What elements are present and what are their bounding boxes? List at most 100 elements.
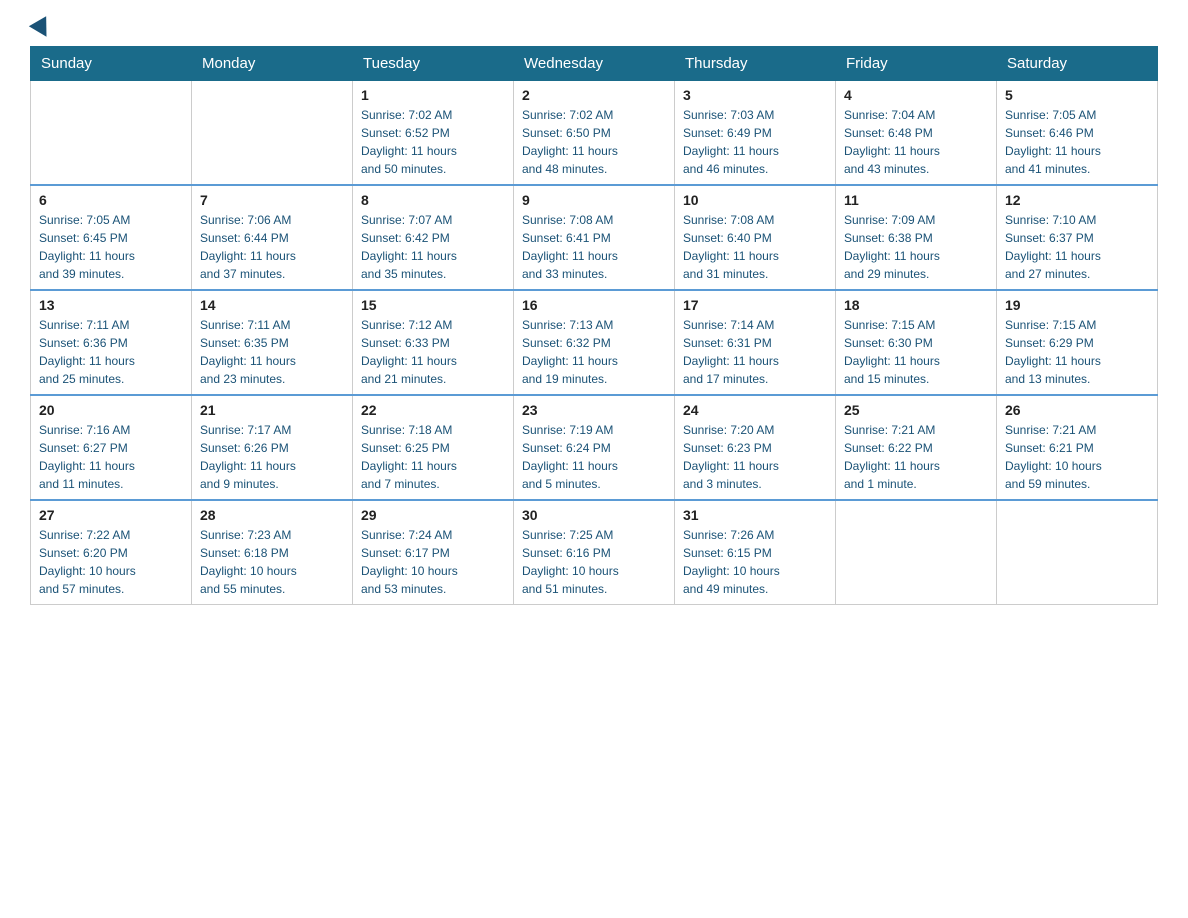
day-info: Sunrise: 7:22 AMSunset: 6:20 PMDaylight:… <box>39 526 183 598</box>
calendar-cell: 21 Sunrise: 7:17 AMSunset: 6:26 PMDayligh… <box>192 395 353 500</box>
day-info: Sunrise: 7:03 AMSunset: 6:49 PMDaylight:… <box>683 106 827 178</box>
calendar-cell: 14 Sunrise: 7:11 AMSunset: 6:35 PMDayligh… <box>192 290 353 395</box>
weekday-header-row: SundayMondayTuesdayWednesdayThursdayFrid… <box>31 47 1158 81</box>
day-info: Sunrise: 7:05 AMSunset: 6:45 PMDaylight:… <box>39 211 183 283</box>
day-info: Sunrise: 7:08 AMSunset: 6:40 PMDaylight:… <box>683 211 827 283</box>
calendar-cell <box>836 500 997 605</box>
calendar-week-row-5: 27 Sunrise: 7:22 AMSunset: 6:20 PMDayligh… <box>31 500 1158 605</box>
calendar-cell: 24 Sunrise: 7:20 AMSunset: 6:23 PMDayligh… <box>675 395 836 500</box>
day-number: 24 <box>683 402 827 418</box>
day-number: 10 <box>683 192 827 208</box>
calendar-cell: 28 Sunrise: 7:23 AMSunset: 6:18 PMDayligh… <box>192 500 353 605</box>
calendar-cell: 12Sunrise: 7:10 AMSunset: 6:37 PMDayligh… <box>997 185 1158 290</box>
calendar-week-row-1: 1 Sunrise: 7:02 AMSunset: 6:52 PMDaylight… <box>31 81 1158 186</box>
day-info: Sunrise: 7:18 AMSunset: 6:25 PMDaylight:… <box>361 421 505 493</box>
day-info: Sunrise: 7:15 AMSunset: 6:29 PMDaylight:… <box>1005 316 1149 388</box>
day-info: Sunrise: 7:09 AMSunset: 6:38 PMDaylight:… <box>844 211 988 283</box>
day-number: 8 <box>361 192 505 208</box>
day-number: 23 <box>522 402 666 418</box>
day-number: 2 <box>522 87 666 103</box>
calendar-cell: 10 Sunrise: 7:08 AMSunset: 6:40 PMDayligh… <box>675 185 836 290</box>
calendar-cell: 1 Sunrise: 7:02 AMSunset: 6:52 PMDaylight… <box>353 81 514 186</box>
calendar-week-row-2: 6 Sunrise: 7:05 AMSunset: 6:45 PMDaylight… <box>31 185 1158 290</box>
weekday-header-wednesday: Wednesday <box>514 47 675 81</box>
calendar-cell: 11 Sunrise: 7:09 AMSunset: 6:38 PMDayligh… <box>836 185 997 290</box>
day-number: 28 <box>200 507 344 523</box>
day-info: Sunrise: 7:20 AMSunset: 6:23 PMDaylight:… <box>683 421 827 493</box>
calendar-cell: 8Sunrise: 7:07 AMSunset: 6:42 PMDaylight… <box>353 185 514 290</box>
day-number: 27 <box>39 507 183 523</box>
day-info: Sunrise: 7:21 AMSunset: 6:22 PMDaylight:… <box>844 421 988 493</box>
calendar-cell: 26 Sunrise: 7:21 AMSunset: 6:21 PMDayligh… <box>997 395 1158 500</box>
logo <box>30 20 54 36</box>
calendar-cell: 6 Sunrise: 7:05 AMSunset: 6:45 PMDaylight… <box>31 185 192 290</box>
calendar-cell: 5Sunrise: 7:05 AMSunset: 6:46 PMDaylight… <box>997 81 1158 186</box>
calendar-cell <box>997 500 1158 605</box>
calendar-cell: 13Sunrise: 7:11 AMSunset: 6:36 PMDayligh… <box>31 290 192 395</box>
day-number: 15 <box>361 297 505 313</box>
calendar-cell: 15 Sunrise: 7:12 AMSunset: 6:33 PMDayligh… <box>353 290 514 395</box>
day-number: 17 <box>683 297 827 313</box>
calendar-cell: 25 Sunrise: 7:21 AMSunset: 6:22 PMDayligh… <box>836 395 997 500</box>
day-number: 26 <box>1005 402 1149 418</box>
day-info: Sunrise: 7:11 AMSunset: 6:35 PMDaylight:… <box>200 316 344 388</box>
day-number: 16 <box>522 297 666 313</box>
day-number: 1 <box>361 87 505 103</box>
day-info: Sunrise: 7:02 AMSunset: 6:50 PMDaylight:… <box>522 106 666 178</box>
day-info: Sunrise: 7:02 AMSunset: 6:52 PMDaylight:… <box>361 106 505 178</box>
calendar-cell: 20 Sunrise: 7:16 AMSunset: 6:27 PMDayligh… <box>31 395 192 500</box>
day-number: 20 <box>39 402 183 418</box>
calendar-cell: 30Sunrise: 7:25 AMSunset: 6:16 PMDayligh… <box>514 500 675 605</box>
calendar-cell: 23 Sunrise: 7:19 AMSunset: 6:24 PMDayligh… <box>514 395 675 500</box>
day-number: 3 <box>683 87 827 103</box>
day-info: Sunrise: 7:12 AMSunset: 6:33 PMDaylight:… <box>361 316 505 388</box>
day-info: Sunrise: 7:23 AMSunset: 6:18 PMDaylight:… <box>200 526 344 598</box>
day-number: 25 <box>844 402 988 418</box>
calendar-cell: 4Sunrise: 7:04 AMSunset: 6:48 PMDaylight… <box>836 81 997 186</box>
day-number: 11 <box>844 192 988 208</box>
day-info: Sunrise: 7:05 AMSunset: 6:46 PMDaylight:… <box>1005 106 1149 178</box>
calendar-cell: 7Sunrise: 7:06 AMSunset: 6:44 PMDaylight… <box>192 185 353 290</box>
day-info: Sunrise: 7:17 AMSunset: 6:26 PMDaylight:… <box>200 421 344 493</box>
day-info: Sunrise: 7:06 AMSunset: 6:44 PMDaylight:… <box>200 211 344 283</box>
day-info: Sunrise: 7:08 AMSunset: 6:41 PMDaylight:… <box>522 211 666 283</box>
weekday-header-monday: Monday <box>192 47 353 81</box>
day-number: 13 <box>39 297 183 313</box>
day-number: 14 <box>200 297 344 313</box>
day-number: 18 <box>844 297 988 313</box>
day-number: 31 <box>683 507 827 523</box>
calendar-cell: 31 Sunrise: 7:26 AMSunset: 6:15 PMDayligh… <box>675 500 836 605</box>
calendar-cell: 19 Sunrise: 7:15 AMSunset: 6:29 PMDayligh… <box>997 290 1158 395</box>
day-info: Sunrise: 7:19 AMSunset: 6:24 PMDaylight:… <box>522 421 666 493</box>
day-info: Sunrise: 7:21 AMSunset: 6:21 PMDaylight:… <box>1005 421 1149 493</box>
day-number: 12 <box>1005 192 1149 208</box>
day-info: Sunrise: 7:16 AMSunset: 6:27 PMDaylight:… <box>39 421 183 493</box>
day-info: Sunrise: 7:14 AMSunset: 6:31 PMDaylight:… <box>683 316 827 388</box>
calendar-cell: 16 Sunrise: 7:13 AMSunset: 6:32 PMDayligh… <box>514 290 675 395</box>
weekday-header-thursday: Thursday <box>675 47 836 81</box>
calendar-cell <box>31 81 192 186</box>
calendar-cell: 3 Sunrise: 7:03 AMSunset: 6:49 PMDaylight… <box>675 81 836 186</box>
calendar-week-row-4: 20 Sunrise: 7:16 AMSunset: 6:27 PMDayligh… <box>31 395 1158 500</box>
weekday-header-tuesday: Tuesday <box>353 47 514 81</box>
calendar-table: SundayMondayTuesdayWednesdayThursdayFrid… <box>30 46 1158 605</box>
day-number: 19 <box>1005 297 1149 313</box>
calendar-week-row-3: 13Sunrise: 7:11 AMSunset: 6:36 PMDayligh… <box>31 290 1158 395</box>
day-number: 6 <box>39 192 183 208</box>
calendar-cell: 18 Sunrise: 7:15 AMSunset: 6:30 PMDayligh… <box>836 290 997 395</box>
day-info: Sunrise: 7:13 AMSunset: 6:32 PMDaylight:… <box>522 316 666 388</box>
day-info: Sunrise: 7:04 AMSunset: 6:48 PMDaylight:… <box>844 106 988 178</box>
day-number: 21 <box>200 402 344 418</box>
day-number: 29 <box>361 507 505 523</box>
day-info: Sunrise: 7:25 AMSunset: 6:16 PMDaylight:… <box>522 526 666 598</box>
calendar-cell: 9Sunrise: 7:08 AMSunset: 6:41 PMDaylight… <box>514 185 675 290</box>
day-info: Sunrise: 7:15 AMSunset: 6:30 PMDaylight:… <box>844 316 988 388</box>
calendar-cell <box>192 81 353 186</box>
day-info: Sunrise: 7:24 AMSunset: 6:17 PMDaylight:… <box>361 526 505 598</box>
day-number: 22 <box>361 402 505 418</box>
calendar-cell: 27 Sunrise: 7:22 AMSunset: 6:20 PMDayligh… <box>31 500 192 605</box>
weekday-header-sunday: Sunday <box>31 47 192 81</box>
weekday-header-saturday: Saturday <box>997 47 1158 81</box>
day-info: Sunrise: 7:26 AMSunset: 6:15 PMDaylight:… <box>683 526 827 598</box>
calendar-cell: 29 Sunrise: 7:24 AMSunset: 6:17 PMDayligh… <box>353 500 514 605</box>
